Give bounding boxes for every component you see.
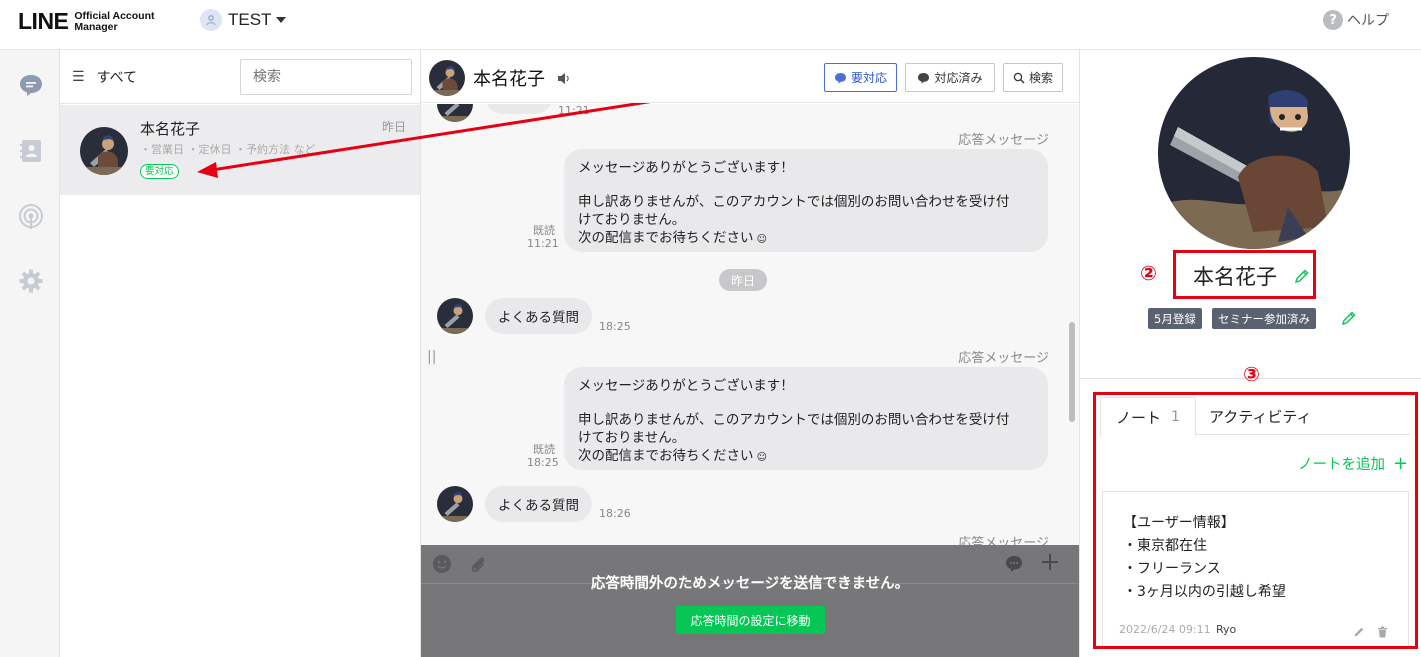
date-separator: 昨日: [719, 269, 767, 291]
chat-search-input[interactable]: [240, 59, 412, 95]
account-switcher[interactable]: TEST: [200, 9, 287, 31]
help-link[interactable]: ? ヘルプ: [1323, 10, 1389, 30]
message-time: 11:21: [527, 237, 559, 250]
needs-action-badge: 要対応: [140, 164, 179, 179]
auto-response-label: 応答メッセージ: [958, 133, 1049, 148]
message-time: 18:26: [599, 507, 631, 520]
mark-done-label: 対応済み: [934, 71, 983, 85]
contacts-icon[interactable]: [18, 138, 44, 164]
go-to-response-hours-button[interactable]: 応答時間の設定に移動: [676, 606, 825, 634]
read-receipt: 既読 11:21: [527, 224, 559, 250]
message-line: メッセージありがとうございます！: [578, 160, 794, 176]
mark-done-button[interactable]: 対応済み: [905, 63, 995, 92]
read-label: 既読: [533, 224, 555, 237]
message-scrollbar[interactable]: [1069, 322, 1075, 422]
filter-dropdown[interactable]: ☰ すべて: [72, 67, 137, 87]
emoji-icon: ☺: [753, 452, 768, 463]
conversation-header: 本名花子 要対応 対応済み 検索: [421, 50, 1079, 103]
menu-icon: ☰: [72, 69, 85, 85]
help-label: ヘルプ: [1347, 13, 1389, 29]
annotation-box-2: [1173, 250, 1316, 299]
annotation-box-3: [1093, 392, 1418, 649]
message-composer-disabled: 応答時間外のためメッセージを送信できません。 応答時間の設定に移動: [421, 545, 1079, 657]
incoming-message-text: よくある質問: [498, 498, 579, 514]
message-line: 次の配信までお待ちください ☺: [578, 447, 1034, 467]
message-line-text: 次の配信までお待ちください: [578, 448, 754, 464]
chat-item-name: 本名花子: [140, 120, 201, 138]
read-receipt: 既読 18:25: [527, 443, 559, 469]
annotation-marker-3: ③: [1243, 362, 1260, 386]
chat-bubble-icon: [918, 72, 930, 83]
message-line: メッセージありがとうございます！: [578, 378, 794, 394]
message-time: 11:21: [558, 104, 590, 117]
conversation-panel: 本名花子 要対応 対応済み 検索 11:21 応答メッセージ メッセージありがと…: [421, 50, 1079, 657]
message-line: けておりません。: [578, 430, 686, 446]
emoji-icon: ☺: [753, 234, 768, 245]
message-area[interactable]: 11:21 応答メッセージ メッセージありがとうございます！ 申し訳ありませんが…: [421, 104, 1079, 545]
account-avatar-icon: [200, 9, 222, 31]
message-line: 申し訳ありませんが、このアカウントでは個別のお問い合わせを受け付: [578, 194, 1010, 210]
incoming-message-bubble: よくある質問: [485, 486, 592, 522]
filter-label: すべて: [96, 70, 138, 86]
search-icon: [1013, 72, 1025, 83]
auto-response-bubble: メッセージありがとうございます！ 申し訳ありませんが、このアカウントでは個別のお…: [564, 149, 1048, 252]
user-tag[interactable]: セミナー参加済み: [1212, 308, 1316, 329]
broadcast-icon[interactable]: [18, 204, 44, 230]
sender-avatar: [437, 104, 473, 122]
line-logo[interactable]: LINE Official Account Manager: [18, 8, 158, 35]
conversation-avatar[interactable]: [429, 60, 465, 96]
message-line: 次の配信までお待ちください ☺: [578, 229, 1034, 249]
edit-tags-pencil-icon[interactable]: [1341, 310, 1357, 330]
account-name: TEST: [228, 10, 272, 29]
needs-action-label: 要対応: [850, 71, 887, 85]
speaker-icon[interactable]: [557, 70, 571, 89]
profile-avatar: [1158, 57, 1350, 249]
message-time: 18:25: [599, 320, 631, 333]
chat-bubble-icon[interactable]: [18, 72, 44, 98]
nav-rail: [0, 50, 60, 657]
sender-avatar: [437, 486, 473, 522]
auto-response-label: 応答メッセージ: [958, 536, 1049, 545]
sender-avatar: [437, 298, 473, 334]
question-icon: ?: [1323, 10, 1343, 30]
search-label: 検索: [1028, 71, 1053, 85]
message-line-text: 次の配信までお待ちください: [578, 230, 754, 246]
auto-response-label: 応答メッセージ: [958, 351, 1049, 366]
offline-notice: 応答時間外のためメッセージを送信できません。: [590, 576, 910, 592]
needs-action-button[interactable]: 要対応: [824, 63, 897, 92]
top-header: LINE Official Account Manager TEST ? ヘルプ: [0, 0, 1421, 50]
logo-wordmark: LINE: [18, 8, 69, 34]
message-time: 18:25: [527, 456, 559, 469]
read-label: 既読: [533, 443, 555, 456]
user-avatar: [80, 127, 128, 175]
annotation-marker-2: ②: [1140, 261, 1157, 285]
incoming-message-bubble: よくある質問: [485, 298, 592, 334]
chevron-down-icon: [276, 17, 287, 23]
message-bubble-partial: [485, 104, 553, 114]
user-tag[interactable]: 5月登録: [1148, 308, 1202, 329]
chat-item-date: 昨日: [381, 120, 406, 134]
conversation-search-button[interactable]: 検索: [1003, 63, 1063, 92]
date-separator-label: 昨日: [730, 273, 755, 288]
conversation-title: 本名花子: [473, 69, 545, 90]
incoming-message-text: よくある質問: [498, 310, 579, 326]
logo-subtitle: Official Account Manager: [74, 9, 155, 33]
chat-bubble-icon: [834, 72, 846, 83]
chat-list-item[interactable]: 本名花子 昨日 ・営業日 ・定休日 ・予約方法 など ... 要対応: [60, 105, 420, 195]
message-line: けておりません。: [578, 212, 686, 228]
resize-handle[interactable]: ||: [427, 349, 436, 365]
chat-list-panel: ☰ すべて 本名花子 昨日 ・営業日 ・定休日 ・予約方法 など ... 要対応: [60, 50, 421, 657]
auto-response-bubble: メッセージありがとうございます！ 申し訳ありませんが、このアカウントでは個別のお…: [564, 367, 1048, 470]
chat-list-header: ☰ すべて: [60, 50, 420, 104]
message-line: 申し訳ありませんが、このアカウントでは個別のお問い合わせを受け付: [578, 412, 1010, 428]
chat-item-preview: ・営業日 ・定休日 ・予約方法 など ...: [140, 143, 330, 156]
settings-gear-icon[interactable]: [18, 268, 44, 294]
